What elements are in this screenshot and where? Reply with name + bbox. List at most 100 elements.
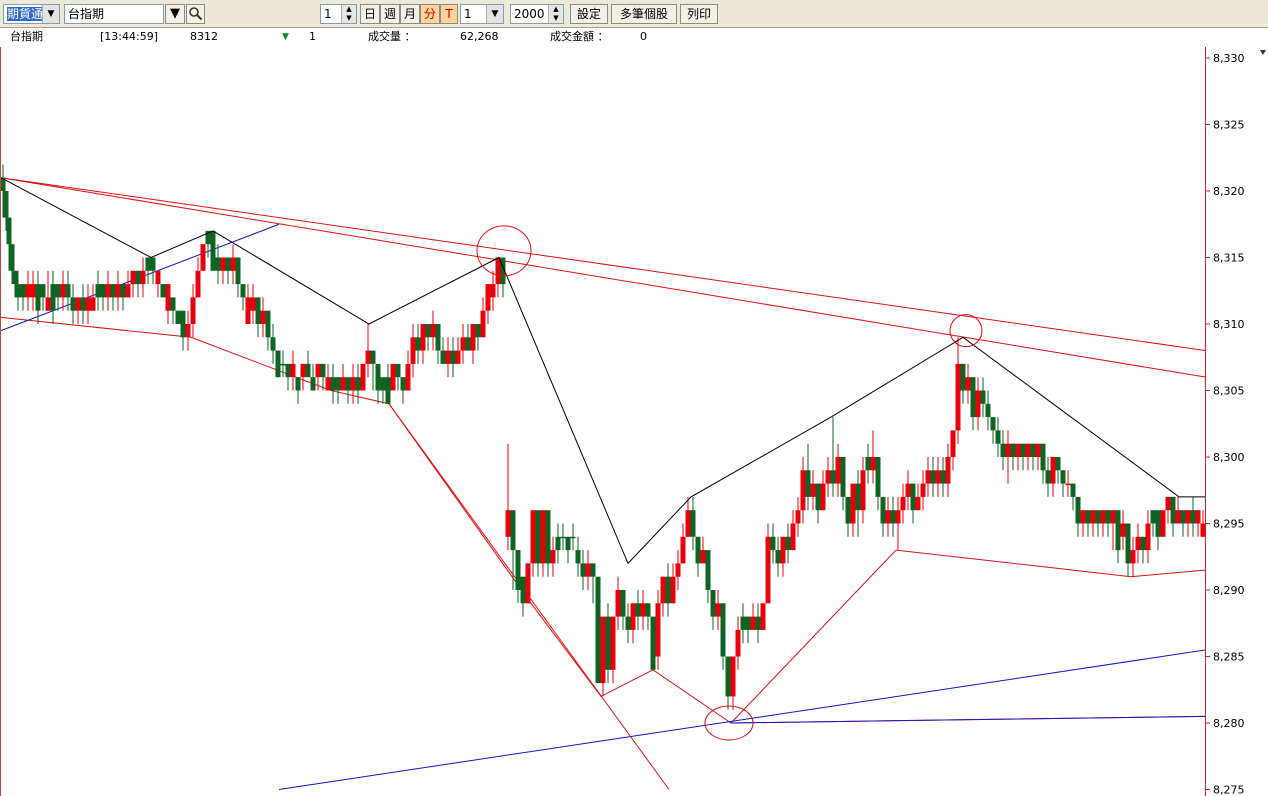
candle-body: [450, 350, 456, 364]
candle-body: [1135, 536, 1141, 551]
candle-body: [185, 324, 191, 338]
candle-body: [430, 324, 436, 338]
candle-body: [845, 496, 851, 524]
candle-body: [760, 603, 766, 630]
candle-body: [260, 310, 266, 324]
candle-body: [415, 337, 421, 351]
candle-body: [1120, 523, 1126, 537]
candle-body: [505, 510, 511, 537]
candle-body: [710, 590, 716, 617]
candle-body: [700, 550, 706, 564]
candle-body: [1180, 510, 1186, 524]
candle-body: [1020, 443, 1026, 457]
candlestick-chart[interactable]: 8,330 8,325 8,320 8,315 8,310 8,305 8,300 8,295…: [0, 0, 1268, 796]
candle-body: [785, 536, 791, 551]
y-tick-label: 8,330: [1213, 52, 1245, 65]
candle-body: [300, 363, 306, 378]
candle-body: [790, 523, 796, 551]
candle-body: [690, 510, 696, 537]
candle-body: [725, 656, 731, 697]
candle-body: [880, 496, 886, 524]
candle-body: [750, 616, 756, 630]
candle-body: [250, 297, 256, 311]
candle-body: [965, 377, 971, 391]
candle-body: [820, 483, 826, 511]
candle-body: [935, 470, 941, 484]
candle-body: [955, 363, 961, 431]
candle-body: [9, 244, 15, 271]
candle-body: [645, 603, 651, 617]
candle-body: [290, 363, 296, 378]
candle-body: [425, 324, 431, 338]
candle-body: [115, 284, 121, 298]
candle-body: [460, 337, 466, 351]
candle-body: [675, 563, 681, 577]
candle-body: [1155, 510, 1161, 537]
candle-body: [60, 284, 66, 298]
y-tick-label: 8,305: [1213, 385, 1245, 398]
candle-body: [730, 656, 736, 697]
candle-body: [180, 310, 186, 338]
candle-body: [810, 483, 816, 497]
candle-body: [1150, 510, 1156, 524]
candle-body: [310, 377, 316, 391]
candle-body: [1015, 443, 1021, 457]
candle-body: [795, 510, 801, 524]
candle-body: [210, 230, 216, 271]
candle-body: [50, 284, 56, 311]
y-tick-label: 8,295: [1213, 518, 1245, 531]
candle-body: [65, 284, 71, 298]
candle-body: [1160, 510, 1166, 537]
candle-body: [1080, 510, 1086, 524]
candle-body: [865, 457, 871, 471]
candle-body: [590, 563, 596, 577]
candle-body: [1200, 523, 1206, 537]
candle-body: [1060, 470, 1066, 484]
candle-body: [305, 363, 311, 378]
red-trendline: [0, 177, 1205, 378]
y-tick-label: 8,290: [1213, 584, 1245, 597]
candle-body: [390, 363, 396, 391]
candle-body: [240, 284, 246, 298]
candle-body: [525, 563, 531, 604]
candle-body: [565, 536, 571, 551]
candle-body: [890, 510, 896, 524]
candle-body: [225, 257, 231, 271]
candle-body: [270, 337, 276, 351]
candle-body: [360, 363, 366, 391]
candle-body: [110, 284, 116, 298]
candle-body: [520, 576, 526, 604]
blue-trendline: [278, 649, 1205, 790]
candle-body: [480, 310, 486, 338]
candle-body: [665, 576, 671, 604]
candle-body: [825, 470, 831, 484]
candle-body: [550, 550, 556, 564]
candle-body: [20, 284, 26, 298]
candle-body: [1050, 457, 1056, 484]
candle-body: [770, 536, 776, 551]
candle-body: [1190, 510, 1196, 524]
candle-body: [545, 510, 551, 564]
candle-body: [595, 576, 601, 684]
candle-body: [105, 284, 111, 298]
candle-body: [765, 536, 771, 604]
candle-body: [615, 590, 621, 617]
candle-body: [25, 284, 31, 298]
candle-body: [580, 563, 586, 577]
candle-body: [45, 297, 51, 311]
candle-body: [195, 270, 201, 298]
candle-body: [175, 310, 181, 324]
candle-body: [555, 536, 561, 551]
candle-body: [140, 270, 146, 285]
candle-body: [230, 257, 236, 271]
y-axis-panel: [1205, 47, 1268, 796]
y-tick-label: 8,310: [1213, 318, 1245, 331]
candle-body: [420, 324, 426, 351]
candle-body: [160, 284, 166, 298]
candle-body: [1140, 536, 1146, 551]
candle-body: [6, 217, 12, 245]
candle-body: [620, 590, 626, 617]
candle-body: [470, 324, 476, 351]
candle-body: [15, 284, 21, 298]
candle-body: [1195, 510, 1201, 524]
